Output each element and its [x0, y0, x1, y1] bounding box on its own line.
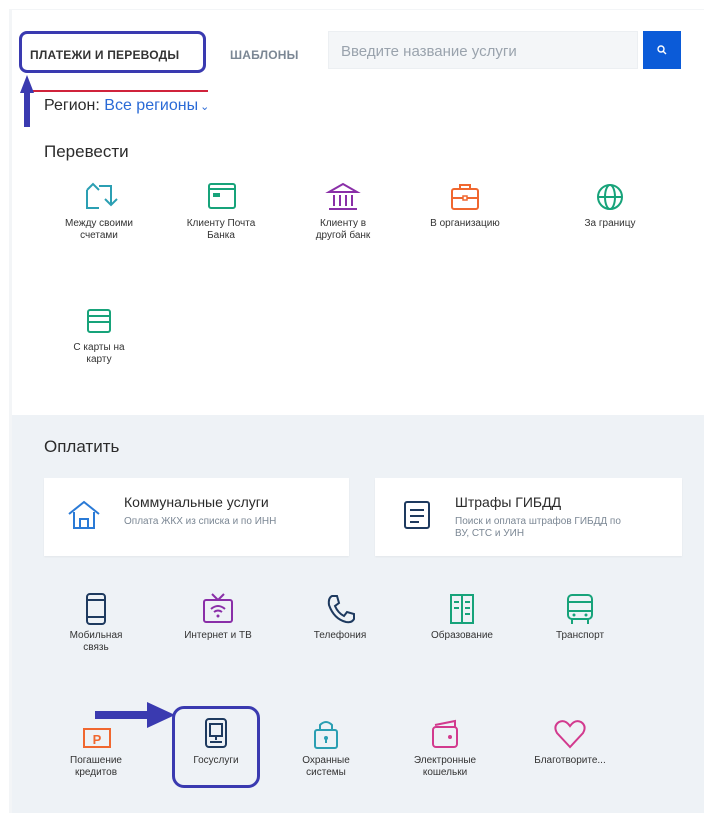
wallet-icon: [432, 719, 458, 748]
cards-icon: [87, 309, 111, 333]
tile-label-line1: Благотворите...: [534, 755, 606, 766]
tile-telephony[interactable]: Телефония: [285, 592, 395, 642]
tile-label-line2: карту: [86, 354, 112, 365]
pay-section-title: Оплатить: [44, 437, 120, 456]
tile-other-bank[interactable]: Клиенту в другой банк: [288, 180, 398, 242]
card-subtitle-line1: Поиск и оплата штрафов ГИБДД по: [455, 516, 621, 527]
arrow-up-annotation: [20, 75, 34, 127]
tile-label-line2: счетами: [80, 230, 118, 241]
transfer-section-title: Перевести: [44, 142, 129, 161]
tile-card-to-card[interactable]: С карты на карту: [44, 304, 154, 366]
active-tab-underline: [26, 90, 208, 92]
svg-text:P: P: [93, 732, 102, 747]
card-title: Штрафы ГИБДД: [455, 494, 562, 510]
tile-label-line1: С карты на: [73, 342, 125, 353]
tile-label-line1: Между своими: [64, 218, 133, 229]
card-title: Коммунальные услуги: [124, 494, 269, 510]
tile-label-line1: Электронные: [413, 755, 477, 766]
tile-label-line1: Транспорт: [555, 630, 605, 641]
tile-transport[interactable]: Транспорт: [525, 592, 635, 642]
bank-icon: [325, 182, 361, 210]
tile-mobile[interactable]: Мобильная связь: [41, 592, 151, 654]
phone-icon: [86, 593, 106, 625]
tile-label-line2: системы: [306, 767, 346, 778]
tile-education[interactable]: Образование: [407, 592, 517, 642]
handset-icon: [327, 595, 355, 624]
tile-label-line2: кредитов: [74, 767, 118, 778]
search-button[interactable]: [643, 31, 681, 69]
tile-label-line1: Мобильная: [69, 630, 123, 641]
tile-internet-tv[interactable]: Интернет и ТВ: [163, 592, 273, 642]
tile-label-line2: связь: [83, 642, 109, 653]
tile-label-line1: Образование: [431, 630, 493, 641]
card-utilities[interactable]: Коммунальные услуги Оплата ЖКХ из списка…: [44, 478, 349, 556]
tile-label-line1: Телефония: [313, 630, 367, 641]
tile-label-line1: Погашение: [70, 755, 122, 766]
arrow-right-annotation: [95, 702, 175, 728]
tile-organization[interactable]: В организацию: [410, 180, 520, 230]
tile-label-line2: другой банк: [315, 230, 371, 241]
tile-label-line2: Банка: [207, 230, 235, 241]
briefcase-icon: [451, 184, 479, 210]
tile-label-line1: Клиенту в: [319, 218, 367, 229]
tile-label-line1: Клиенту Почта: [186, 218, 256, 229]
tile-charity[interactable]: Благотворите...: [515, 717, 625, 767]
arrows-swap-icon: [86, 182, 118, 209]
tile-label-line1: В организацию: [430, 218, 500, 229]
book-icon: [450, 594, 474, 624]
card-subtitle-line2: ВУ, СТС и УИН: [455, 528, 525, 539]
tile-between-accounts[interactable]: Между своими счетами: [44, 180, 154, 242]
tile-label-line1: Интернет и ТВ: [184, 630, 252, 641]
highlight-box-tabs: [19, 31, 206, 73]
bus-icon: [567, 594, 593, 624]
heart-icon: [554, 720, 586, 749]
document-icon: [404, 501, 430, 529]
search-icon: [657, 45, 667, 55]
region-label: Регион:: [44, 97, 100, 114]
lock-icon: [314, 721, 338, 749]
tab-templates[interactable]: ШАБЛОНЫ: [230, 48, 299, 62]
tile-pochta-client[interactable]: Клиенту Почта Банка: [166, 180, 276, 242]
region-value[interactable]: Все регионы: [104, 97, 198, 114]
chevron-down-icon: ⌄: [200, 101, 210, 113]
card-icon: [208, 183, 236, 209]
search-field: [328, 31, 638, 70]
tile-label-line1: Охранные: [302, 755, 350, 766]
highlight-box-gosuslugi: [172, 706, 260, 788]
region-selector[interactable]: Регион: Все регионы ⌄: [44, 97, 209, 115]
tile-abroad[interactable]: За границу: [555, 180, 665, 230]
tile-e-wallets[interactable]: Электронные кошельки: [390, 717, 500, 779]
globe-icon: [597, 184, 623, 210]
card-traffic-fines[interactable]: Штрафы ГИБДД Поиск и оплата штрафов ГИБД…: [375, 478, 682, 556]
card-subtitle: Поиск и оплата штрафов ГИБДД по ВУ, СТС и…: [455, 516, 621, 540]
tile-label-line2: кошельки: [422, 767, 468, 778]
card-subtitle: Оплата ЖКХ из списка и по ИНН: [124, 516, 277, 527]
search-input[interactable]: [329, 32, 633, 70]
house-icon: [68, 500, 100, 529]
tile-label-line1: За границу: [584, 218, 636, 229]
tv-icon: [203, 593, 233, 623]
tile-security-systems[interactable]: Охранные системы: [271, 717, 381, 779]
